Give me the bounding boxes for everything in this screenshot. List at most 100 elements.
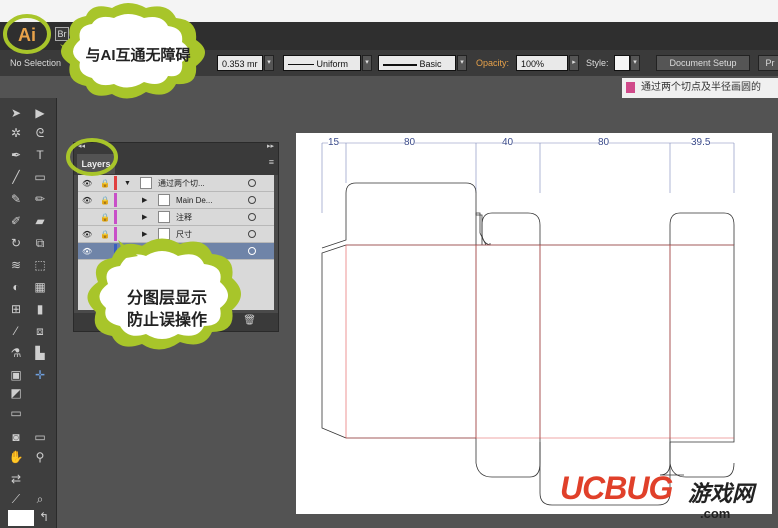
blend-tool-icon[interactable]: ⧈ [30, 322, 50, 340]
warp-tool-icon[interactable]: ≋ [6, 256, 26, 274]
preferences-button[interactable]: Pr [758, 55, 778, 71]
layer-row[interactable]: 🔒 ▶ 注释 [78, 209, 274, 226]
default-fill-icon[interactable] [8, 510, 34, 526]
visibility-eye-icon[interactable]: 👁 [82, 192, 92, 209]
document-setup-button[interactable]: Document Setup [656, 55, 750, 71]
expand-triangle-icon[interactable]: ▶ [142, 209, 150, 226]
free-transform-tool-icon[interactable]: ⬚ [30, 256, 50, 274]
opacity-label[interactable]: Opacity: [476, 58, 509, 68]
visibility-eye-icon[interactable]: 👁 [82, 175, 92, 192]
expand-triangle-icon[interactable]: ▶ [142, 226, 150, 243]
artboard[interactable]: 15 80 40 80 39.5 [296, 133, 772, 514]
layer-row[interactable]: 👁 🔒 ▶ Main De... [78, 192, 274, 209]
target-circle-icon[interactable] [248, 196, 256, 204]
layer-name[interactable]: Main De... [176, 192, 246, 209]
mesh-tool-icon[interactable]: ⊞ [6, 300, 26, 318]
tab-layers[interactable]: Layers [77, 154, 115, 174]
os-title-bar [0, 0, 778, 22]
column-graph-tool-icon[interactable]: ▙ [30, 344, 50, 362]
selection-status: No Selection [10, 58, 62, 68]
profile-dropdown[interactable]: ▾ [362, 55, 372, 71]
dimension-label: 15 [328, 137, 340, 148]
scale-tool-icon[interactable]: ⧉ [30, 234, 50, 252]
selection-tool-icon[interactable]: ➤ [6, 104, 26, 122]
default-colors-icon[interactable]: ↰ [34, 508, 54, 526]
document-tab[interactable]: 通过两个切点及半径画圆的 [622, 78, 778, 98]
layer-row-selected[interactable]: 👁 Layer 1 [78, 243, 274, 260]
lock-icon[interactable]: 🔒 [100, 226, 110, 243]
target-circle-icon[interactable] [248, 230, 256, 238]
artboard-tool-icon[interactable]: ▣ [6, 366, 26, 384]
lasso-tool-icon[interactable]: ᘓ [30, 124, 50, 142]
bridge-button[interactable]: Br [55, 27, 69, 41]
pencil-tool-icon[interactable]: ✏ [30, 190, 50, 208]
pen-tool-icon[interactable]: ✒ [6, 146, 26, 164]
visibility-eye-icon[interactable]: 👁 [82, 243, 92, 260]
target-circle-icon[interactable] [248, 247, 256, 255]
graphic-style-swatch[interactable] [614, 55, 630, 71]
rectangle-tool-icon[interactable]: ▭ [30, 168, 50, 186]
watermark-brand: UCBUG [560, 470, 673, 506]
swap-colors-icon[interactable]: ⇄ [6, 470, 26, 488]
hand-tool-icon[interactable]: ✋ [6, 448, 26, 466]
eraser-tool-icon[interactable]: ▰ [30, 212, 50, 230]
dimension-label: 40 [502, 137, 514, 148]
perspective-grid-tool-icon[interactable]: ▦ [30, 278, 50, 296]
zoom-in-tool-icon[interactable]: ⌕ [30, 490, 50, 508]
gradient-tool-icon[interactable]: ▮ [30, 300, 50, 318]
stroke-weight-input[interactable]: 0.353 mr [217, 55, 263, 71]
stroke-swatch-icon[interactable]: ▭ [6, 404, 26, 422]
type-tool-icon[interactable]: T [30, 146, 50, 164]
watermark-cn: 游戏网 [688, 481, 755, 506]
callout-interop: 与AI互通无障碍 [85, 47, 191, 64]
rotate-tool-icon[interactable]: ↻ [6, 234, 26, 252]
close-panel-icon[interactable]: ▸▸ [267, 142, 274, 150]
style-dropdown[interactable]: ▾ [630, 55, 640, 71]
fill-swatch-icon[interactable]: ◩ [6, 384, 26, 402]
delete-layer-icon[interactable]: 🗑 [243, 315, 256, 326]
target-circle-icon[interactable] [248, 213, 256, 221]
layer-row[interactable]: 👁 🔒 ▶ 尺寸 [78, 226, 274, 243]
paintbrush-tool-icon[interactable]: ✎ [6, 190, 26, 208]
opacity-dropdown[interactable]: ▸ [569, 55, 579, 71]
panel-menu-icon[interactable]: ≡ [269, 157, 274, 167]
dimension-label: 39.5 [691, 137, 711, 148]
lock-icon[interactable]: 🔒 [100, 209, 110, 226]
symbol-sprayer-tool-icon[interactable]: ⚗ [6, 344, 26, 362]
lock-icon[interactable]: 🔒 [100, 175, 110, 192]
knife-tool-icon[interactable]: ⟋ [6, 490, 26, 508]
tools-panel: ➤ ▶ ✲ ᘓ ✒ T ╱ ▭ ✎ ✏ ✐ ▰ ↻ ⧉ ≋ ⬚ ◐ ▦ ⊞ ▮ … [0, 98, 57, 528]
target-circle-icon[interactable] [248, 179, 256, 187]
watermark-dotcom: .com [700, 506, 731, 521]
opacity-input[interactable]: 100% [516, 55, 568, 71]
slice-tool-icon[interactable]: ✛ [30, 366, 50, 384]
collapse-panel-icon[interactable]: ◂◂ [78, 142, 85, 150]
layer-name[interactable]: 注释 [176, 209, 246, 226]
dimension-label: 80 [404, 137, 416, 148]
eyedropper-tool-icon[interactable]: ⁄ [6, 322, 26, 340]
visibility-eye-icon[interactable]: 👁 [82, 226, 92, 243]
layer-name[interactable]: 尺寸 [176, 226, 246, 243]
layer-color-bar [114, 227, 117, 241]
shape-builder-tool-icon[interactable]: ◐ [6, 278, 26, 296]
layer-row[interactable]: 👁 🔒 ▼ 通过两个切... [78, 175, 274, 192]
magic-wand-tool-icon[interactable]: ✲ [6, 124, 26, 142]
profile-label: Uniform [316, 59, 349, 69]
screen-mode-icon[interactable]: ▭ [30, 428, 50, 446]
brush-dropdown[interactable]: ▾ [457, 55, 467, 71]
lock-icon[interactable]: 🔒 [100, 192, 110, 209]
layer-name[interactable]: Layer 1 [158, 243, 228, 260]
expand-triangle-icon[interactable]: ▶ [142, 192, 150, 209]
brush-definition[interactable]: Basic [378, 55, 456, 71]
zoom-tool-icon[interactable]: ⚲ [30, 448, 50, 466]
layer-name[interactable]: 通过两个切... [158, 175, 228, 192]
expand-triangle-icon[interactable]: ▼ [124, 175, 132, 192]
draw-mode-icon[interactable]: ◙ [6, 428, 26, 446]
layer-color-bar [114, 210, 117, 224]
blob-brush-tool-icon[interactable]: ✐ [6, 212, 26, 230]
line-tool-icon[interactable]: ╱ [6, 168, 26, 186]
variable-width-profile[interactable]: Uniform [283, 55, 361, 71]
direct-selection-tool-icon[interactable]: ▶ [30, 104, 50, 122]
stroke-weight-dropdown[interactable]: ▾ [264, 55, 274, 71]
layers-panel-header[interactable]: ◂◂ ▸▸ [74, 143, 278, 153]
